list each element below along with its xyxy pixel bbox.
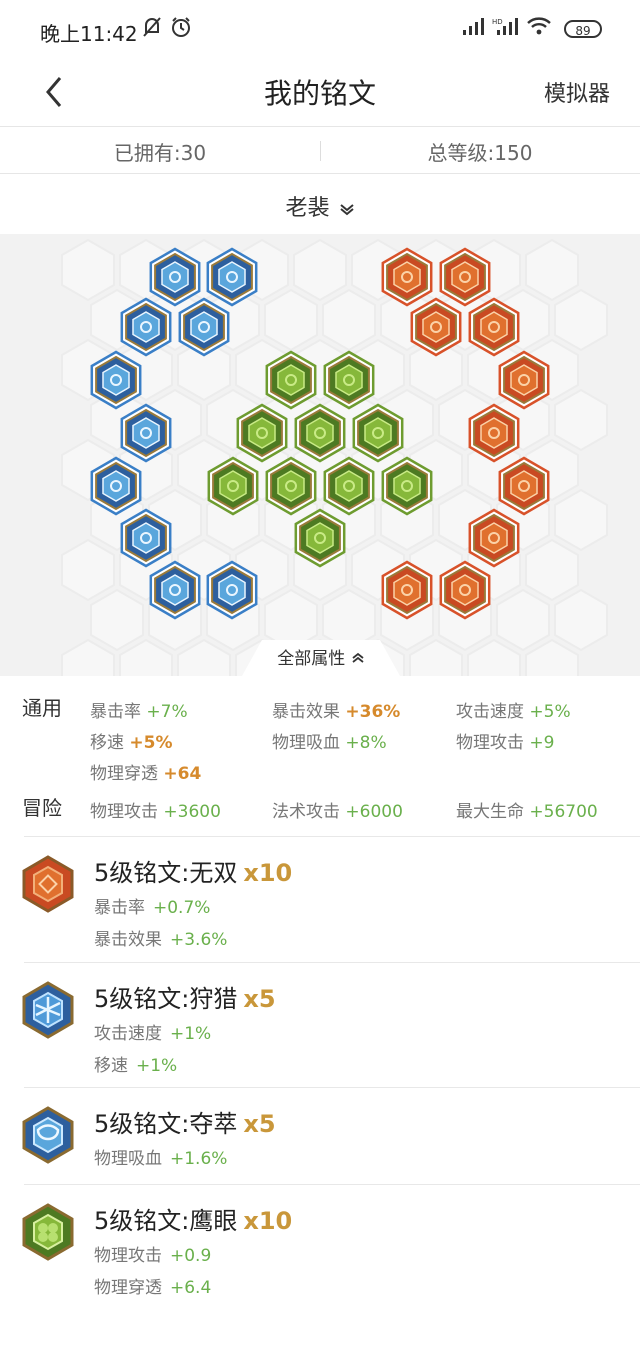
inscription-stat: 移速 +1% <box>94 1056 178 1076</box>
rune-slot-blue[interactable] <box>120 403 172 463</box>
rune-slot-blue[interactable] <box>206 247 258 307</box>
rune-slot-red[interactable] <box>381 247 433 307</box>
rune-slot-blue[interactable] <box>149 247 201 307</box>
general-label: 通用 <box>22 696 62 720</box>
rune-slot-green[interactable] <box>352 403 404 463</box>
rune-slot-red[interactable] <box>439 247 491 307</box>
total-level: 总等级:150 <box>427 141 533 165</box>
rune-slot-red[interactable] <box>410 297 462 357</box>
rune-slot-red[interactable] <box>498 456 550 516</box>
inscription-count: x10 <box>243 859 293 887</box>
rune-slot-green[interactable] <box>294 403 346 463</box>
inscription-name: 5级铭文:鹰眼 <box>94 1207 238 1235</box>
signal-hd-icon: HD <box>492 16 518 40</box>
rune-slot-red[interactable] <box>468 508 520 568</box>
alarm-icon <box>170 16 192 42</box>
rune-slot-red[interactable] <box>468 297 520 357</box>
inscription-stat: 物理攻击 +0.9 <box>94 1246 212 1266</box>
rune-slot-blue[interactable] <box>149 560 201 620</box>
yingyan-rune-icon <box>22 1203 74 1261</box>
all-attributes-toggle[interactable]: 全部属性 <box>242 640 400 676</box>
status-bar: 晚上11:42 HD 89 <box>0 0 640 60</box>
inscription-count: x5 <box>243 985 276 1013</box>
rune-slot-red[interactable] <box>468 403 520 463</box>
inscription-name: 5级铭文:狩猎 <box>94 985 238 1013</box>
attr-item: 物理攻击 +9 <box>456 733 555 753</box>
rune-slot-green[interactable] <box>323 456 375 516</box>
battery-indicator: 89 <box>564 20 602 38</box>
divider <box>24 962 640 963</box>
adventure-label: 冒险 <box>22 796 62 820</box>
chevron-down-icon <box>339 204 354 216</box>
rune-slot-green[interactable] <box>207 456 259 516</box>
mute-bell-icon <box>142 16 162 42</box>
attr-item: 暴击效果 +36% <box>272 702 401 722</box>
page-selector[interactable]: 老裴 <box>0 174 640 234</box>
divider <box>24 836 640 837</box>
duocui-rune-icon <box>22 1106 74 1164</box>
rune-slot-red[interactable] <box>381 560 433 620</box>
rune-slot-blue[interactable] <box>120 297 172 357</box>
divider <box>24 1087 640 1088</box>
inscription-stat: 暴击效果 +3.6% <box>94 930 228 950</box>
inscription-stat: 物理吸血 +1.6% <box>94 1149 228 1169</box>
inscription-count: x10 <box>243 1207 293 1235</box>
svg-text:HD: HD <box>492 18 503 26</box>
inscription-name: 5级铭文:无双 <box>94 859 238 887</box>
rune-slot-red[interactable] <box>439 560 491 620</box>
rune-slot-green[interactable] <box>236 403 288 463</box>
nav-bar: 我的铭文 模拟器 <box>0 60 640 126</box>
status-time: 晚上11:42 <box>40 22 138 46</box>
all-attributes-label: 全部属性 <box>277 649 346 669</box>
signal-icon <box>462 16 486 40</box>
chevron-up-icon <box>352 652 364 663</box>
rune-slot-green[interactable] <box>381 456 433 516</box>
rune-slot-blue[interactable] <box>120 508 172 568</box>
wifi-icon <box>526 16 552 40</box>
owned-count: 已拥有:30 <box>113 141 207 165</box>
inscription-stat: 暴击率 +0.7% <box>94 898 211 918</box>
attr-item: 移速 +5% <box>90 733 173 753</box>
attr-item: 暴击率 +7% <box>90 702 188 722</box>
inscription-count: x5 <box>243 1110 276 1138</box>
inscription-board <box>0 234 640 676</box>
inscription-stat: 物理穿透 +6.4 <box>94 1278 212 1298</box>
attr-item: 法术攻击 +6000 <box>272 802 403 822</box>
rune-slot-blue[interactable] <box>90 456 142 516</box>
attr-item: 物理吸血 +8% <box>272 733 387 753</box>
rune-slot-red[interactable] <box>498 350 550 410</box>
rune-slot-blue[interactable] <box>90 350 142 410</box>
inscription-grid <box>61 238 608 676</box>
rune-slot-blue[interactable] <box>178 297 230 357</box>
attr-item: 最大生命 +56700 <box>456 802 598 822</box>
rune-slot-green[interactable] <box>323 350 375 410</box>
summary-bar: 已拥有:30 总等级:150 <box>0 126 640 174</box>
shoulie-rune-icon <box>22 981 74 1039</box>
attr-item: 物理穿透 +64 <box>90 764 202 784</box>
simulator-button[interactable]: 模拟器 <box>544 76 610 108</box>
inscription-stat: 攻击速度 +1% <box>94 1024 212 1044</box>
rune-slot-green[interactable] <box>265 350 317 410</box>
wushuang-rune-icon <box>22 855 74 913</box>
attr-item: 物理攻击 +3600 <box>90 802 221 822</box>
rune-slot-blue[interactable] <box>206 560 258 620</box>
page-name: 老裴 <box>285 196 330 221</box>
rune-slot-green[interactable] <box>294 508 346 568</box>
attr-item: 攻击速度 +5% <box>456 702 571 722</box>
inscription-name: 5级铭文:夺萃 <box>94 1110 238 1138</box>
divider <box>24 1184 640 1185</box>
rune-slot-green[interactable] <box>265 456 317 516</box>
